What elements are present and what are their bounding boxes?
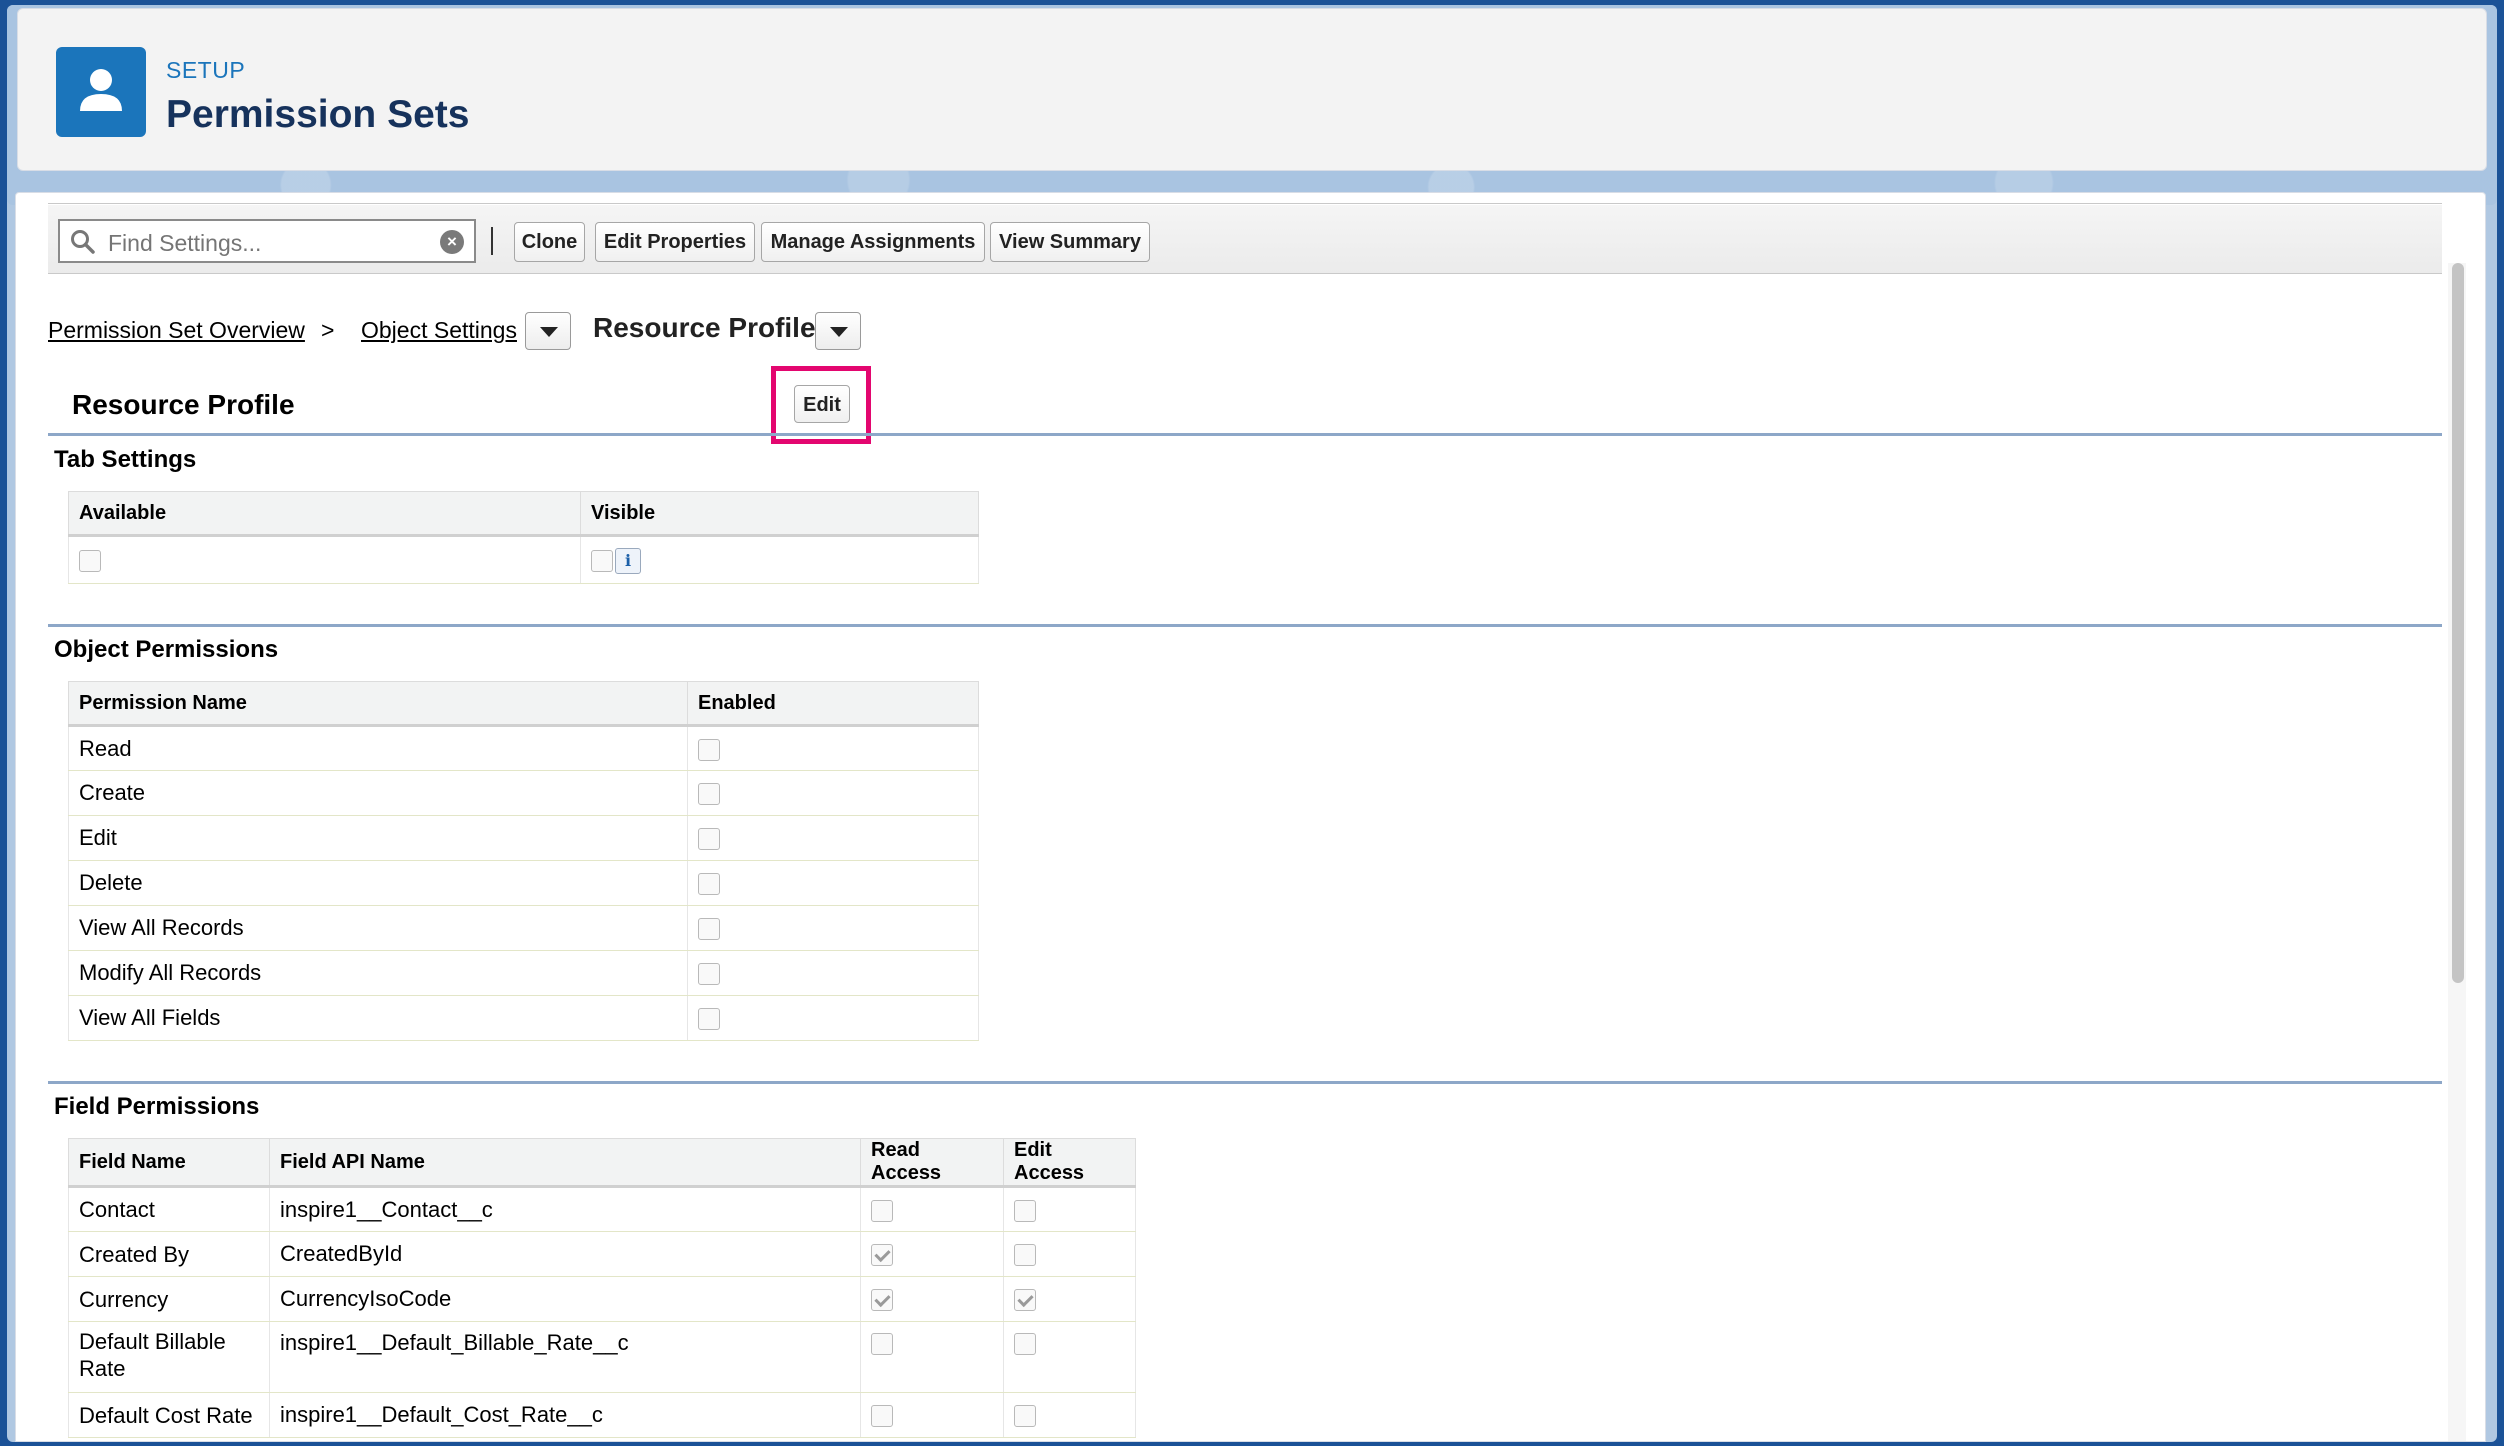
edit-access-checkbox[interactable] <box>1014 1405 1036 1428</box>
read-access-checkbox[interactable] <box>871 1289 893 1312</box>
field-api-name: inspire1__Contact__c <box>269 1186 861 1232</box>
field-name: Default Cost Rate <box>68 1392 270 1438</box>
column-header-edit-access: Edit Access <box>1003 1138 1136 1188</box>
user-icon <box>56 47 146 137</box>
column-header-enabled: Enabled <box>687 681 979 727</box>
clone-button[interactable]: Clone <box>514 222 585 262</box>
table-row: Default Billable Rate inspire1__Default_B… <box>68 1321 1136 1393</box>
breadcrumb-separator: > <box>321 317 335 343</box>
section-title: Resource Profile <box>72 389 295 420</box>
app-frame: SETUP Permission Sets × Clone Edit Prope… <box>7 5 2497 1442</box>
field-api-name: CurrencyIsoCode <box>269 1276 861 1322</box>
field-name: Currency <box>68 1276 270 1322</box>
toolbar: × Clone Edit Properties Manage Assignmen… <box>48 205 2442 274</box>
table-row: Default Cost Rate inspire1__Default_Cost_… <box>68 1392 1136 1438</box>
field-name: Contact <box>68 1186 270 1232</box>
field-name: Default Billable Rate <box>68 1321 270 1393</box>
manage-assignments-button[interactable]: Manage Assignments <box>761 222 985 262</box>
enabled-checkbox[interactable] <box>698 738 720 761</box>
column-header-permission-name: Permission Name <box>68 681 688 727</box>
table-row: Delete <box>68 860 979 906</box>
column-header-available: Available <box>68 491 581 537</box>
tab-settings-title: Tab Settings <box>54 446 197 473</box>
chevron-down-icon <box>540 327 558 337</box>
permission-name: View All Records <box>68 905 688 951</box>
tab-settings-table: Available Visible i <box>68 491 979 584</box>
read-access-checkbox[interactable] <box>871 1199 893 1222</box>
breadcrumb-current: Resource Profile <box>593 312 816 343</box>
table-row: Currency CurrencyIsoCode <box>68 1276 1136 1322</box>
column-header-field-name: Field Name <box>68 1138 270 1188</box>
read-access-checkbox[interactable] <box>871 1244 893 1267</box>
column-header-visible: Visible <box>580 491 979 537</box>
table-row: Modify All Records <box>68 950 979 996</box>
read-access-checkbox[interactable] <box>871 1333 893 1356</box>
resource-profile-dropdown-button[interactable] <box>815 312 861 350</box>
enabled-checkbox[interactable] <box>698 783 720 806</box>
permission-name: View All Fields <box>68 995 688 1041</box>
visible-checkbox[interactable] <box>591 549 613 572</box>
object-permissions-table: Permission Name Enabled Read Create Edit De… <box>68 681 979 1041</box>
read-access-checkbox[interactable] <box>871 1405 893 1428</box>
field-api-name: inspire1__Default_Cost_Rate__c <box>269 1392 861 1438</box>
search-icon <box>70 229 96 260</box>
section-divider <box>48 1081 2442 1084</box>
object-settings-dropdown-button[interactable] <box>525 312 571 350</box>
object-permissions-title: Object Permissions <box>54 636 279 663</box>
enabled-checkbox[interactable] <box>698 1008 720 1031</box>
content-top-divider <box>48 203 2442 204</box>
section-divider <box>48 624 2442 627</box>
edit-access-checkbox[interactable] <box>1014 1333 1036 1356</box>
edit-button[interactable]: Edit <box>794 385 850 423</box>
edit-properties-button[interactable]: Edit Properties <box>595 222 755 262</box>
permission-name: Read <box>68 725 688 771</box>
table-row: Create <box>68 770 979 816</box>
field-api-name: inspire1__Default_Billable_Rate__c <box>269 1321 861 1393</box>
breadcrumb-permission-set-overview[interactable]: Permission Set Overview <box>48 317 305 344</box>
content-panel: × Clone Edit Properties Manage Assignmen… <box>15 192 2486 1442</box>
enabled-checkbox[interactable] <box>698 873 720 896</box>
edit-access-checkbox[interactable] <box>1014 1244 1036 1267</box>
enabled-checkbox[interactable] <box>698 918 720 941</box>
table-row: Edit <box>68 815 979 861</box>
enabled-checkbox[interactable] <box>698 963 720 986</box>
field-api-name: CreatedById <box>269 1231 861 1277</box>
edit-access-checkbox[interactable] <box>1014 1289 1036 1312</box>
table-row: View All Records <box>68 905 979 951</box>
permission-name: Delete <box>68 860 688 906</box>
available-checkbox[interactable] <box>79 550 101 573</box>
table-row: Contact inspire1__Contact__c <box>68 1186 1136 1232</box>
table-row: View All Fields <box>68 995 979 1041</box>
section-divider <box>48 433 2442 436</box>
page-title: Permission Sets <box>166 93 470 136</box>
table-row: Created By CreatedById <box>68 1231 1136 1277</box>
search-input[interactable] <box>108 230 408 257</box>
view-summary-button[interactable]: View Summary <box>990 222 1150 262</box>
field-name: Created By <box>68 1231 270 1277</box>
column-header-field-api-name: Field API Name <box>269 1138 861 1188</box>
field-permissions-table: Field Name Field API Name Read Access Ed… <box>68 1138 1136 1438</box>
clear-search-icon[interactable]: × <box>440 230 464 254</box>
page-header: SETUP Permission Sets <box>17 8 2487 171</box>
enabled-checkbox[interactable] <box>698 828 720 851</box>
permission-name: Edit <box>68 815 688 861</box>
chevron-down-icon <box>830 327 848 337</box>
info-icon[interactable]: i <box>615 547 641 574</box>
permission-name: Create <box>68 770 688 816</box>
edit-access-checkbox[interactable] <box>1014 1199 1036 1222</box>
scrollbar-thumb[interactable] <box>2452 263 2464 983</box>
breadcrumb-object-settings[interactable]: Object Settings <box>361 317 517 344</box>
page-eyebrow: SETUP <box>166 57 246 83</box>
permission-name: Modify All Records <box>68 950 688 996</box>
toolbar-divider <box>491 227 493 255</box>
table-row: Read <box>68 725 979 771</box>
column-header-read-access: Read Access <box>860 1138 1004 1188</box>
field-permissions-title: Field Permissions <box>54 1093 260 1120</box>
search-box[interactable]: × <box>58 219 476 263</box>
